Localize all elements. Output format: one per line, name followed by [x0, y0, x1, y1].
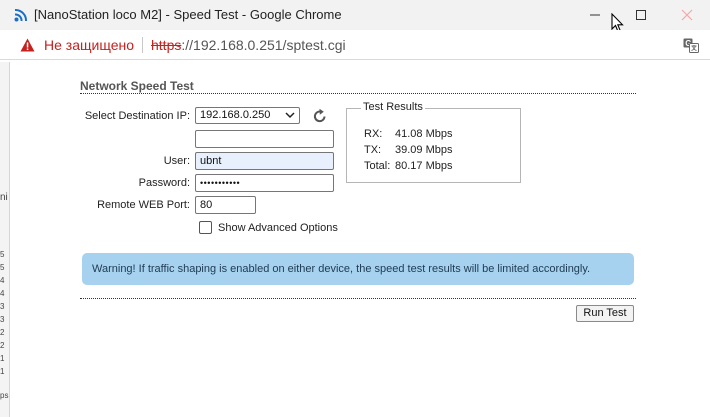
- close-button[interactable]: [664, 0, 710, 30]
- chevron-down-icon: [285, 112, 295, 119]
- url-scheme: https: [151, 37, 182, 53]
- rx-label: RX:: [364, 128, 383, 140]
- page-content: Network Speed Test Select Destination IP…: [11, 61, 710, 417]
- refresh-icon[interactable]: [313, 108, 327, 123]
- bg-text: 4: [0, 276, 5, 285]
- remote-port-input[interactable]: 80: [195, 196, 256, 214]
- title-bar[interactable]: [NanoStation loco M2] - Speed Test - Goo…: [0, 0, 710, 33]
- minimize-icon: [590, 14, 600, 16]
- test-results-legend: Test Results: [361, 101, 425, 113]
- bg-text: 3: [0, 315, 5, 324]
- advanced-options-checkbox[interactable]: [199, 221, 212, 234]
- warning-triangle-icon: [20, 38, 35, 52]
- total-label: Total:: [364, 160, 391, 172]
- bg-text: 2: [0, 341, 5, 350]
- remote-port-label: Remote WEB Port:: [97, 199, 190, 211]
- security-status[interactable]: Не защищено: [44, 37, 134, 53]
- background-window: ni 5 5 4 4 3 3 2 2 1 1 ps: [0, 62, 10, 417]
- address-divider: [142, 37, 143, 53]
- run-test-button[interactable]: Run Test: [576, 305, 634, 322]
- bg-text: ps: [0, 391, 9, 400]
- translate-icon[interactable]: G: [683, 38, 699, 53]
- bottom-divider: [80, 298, 636, 299]
- tx-value: 39.09 Mbps: [395, 144, 453, 156]
- rx-value: 41.08 Mbps: [395, 128, 453, 140]
- window-title: [NanoStation loco M2] - Speed Test - Goo…: [34, 7, 342, 22]
- url-path: ://192.168.0.251/sptest.cgi: [181, 37, 346, 53]
- advanced-options-label[interactable]: Show Advanced Options: [218, 222, 338, 234]
- bg-text: 5: [0, 250, 5, 259]
- close-icon: [681, 9, 693, 21]
- user-label: User:: [163, 155, 190, 167]
- traffic-shaping-warning: Warning! If traffic shaping is enabled o…: [82, 253, 634, 285]
- user-input[interactable]: ubnt: [195, 152, 334, 170]
- maximize-icon: [636, 10, 646, 20]
- password-input[interactable]: •••••••••••: [195, 174, 334, 192]
- bg-text: 5: [0, 263, 5, 272]
- destination-ip-input[interactable]: [195, 130, 334, 148]
- password-label: Password:: [138, 177, 190, 189]
- section-title: Network Speed Test: [80, 79, 194, 93]
- bg-text: 1: [0, 367, 5, 376]
- wifi-signal-icon: [14, 9, 27, 22]
- total-value: 80.17 Mbps: [395, 160, 453, 172]
- bg-text: 4: [0, 289, 5, 298]
- section-divider: [80, 93, 636, 94]
- destination-ip-label: Select Destination IP:: [84, 110, 190, 122]
- tx-label: TX:: [364, 144, 382, 156]
- url-text[interactable]: https://192.168.0.251/sptest.cgi: [151, 37, 346, 53]
- destination-ip-value: 192.168.0.250: [200, 109, 271, 121]
- bg-text: 3: [0, 302, 5, 311]
- bg-text: 2: [0, 328, 5, 337]
- screen: ni 5 5 4 4 3 3 2 2 1 1 ps [NanoStation l…: [0, 0, 710, 417]
- bg-text: 1: [0, 354, 5, 363]
- address-bar[interactable]: Не защищено https://192.168.0.251/sptest…: [0, 30, 710, 60]
- destination-ip-select[interactable]: 192.168.0.250: [195, 107, 300, 124]
- bg-text: ni: [0, 192, 8, 203]
